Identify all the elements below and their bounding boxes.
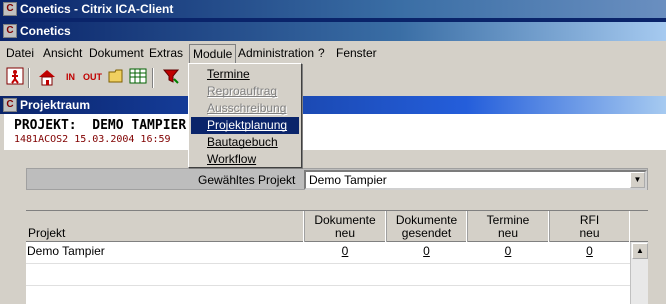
menu-item-ausschreibung: Ausschreibung (207, 101, 287, 115)
col-docs-new-line2: neu (334, 226, 356, 240)
project-select-label: Gewähltes Projekt (198, 173, 296, 187)
col-termine-new-line2: neu (497, 226, 519, 240)
termine-new-link[interactable]: 0 (505, 244, 512, 258)
app-window-titlebar: C Conetics (0, 22, 666, 41)
inbox-label: IN (66, 72, 75, 82)
app-icon-inner: C (3, 24, 17, 38)
project-select[interactable]: Demo Tampier ▼ (304, 170, 647, 190)
home-icon[interactable] (36, 67, 57, 88)
docs-sent-count[interactable]: 0 (386, 242, 467, 264)
docs-new-link[interactable]: 0 (342, 244, 349, 258)
menu-ansicht[interactable]: Ansicht (41, 46, 84, 60)
docs-sent-link[interactable]: 0 (423, 244, 430, 258)
folder-icon[interactable] (106, 67, 127, 88)
panel-title: Projektraum (20, 98, 91, 112)
menu-item-reproauftrag: Reproauftrag (207, 84, 278, 98)
col-docs-sent-line2: gesendet (401, 226, 452, 240)
menu-fenster[interactable]: Fenster (334, 46, 379, 60)
col-termine-new[interactable]: Termine neu (467, 211, 549, 242)
menu-help[interactable]: ? (316, 46, 327, 60)
project-select-value: Demo Tampier (309, 173, 387, 187)
col-projekt[interactable]: Projekt (26, 211, 304, 242)
table-row-empty (26, 286, 630, 304)
panel-icon: C (3, 98, 17, 112)
docs-new-count[interactable]: 0 (304, 242, 386, 264)
col-projekt-label: Projekt (28, 226, 66, 240)
rfi-new-link[interactable]: 0 (586, 244, 593, 258)
menu-bar: Datei Ansicht Dokument Extras Module Adm… (0, 43, 666, 64)
app-window-title: Conetics (20, 24, 71, 38)
menu-administration[interactable]: Administration (236, 46, 316, 60)
scroll-up-icon[interactable]: ▲ (632, 243, 648, 259)
app-icon: C (3, 2, 17, 16)
project-heading: PROJEKT: DEMO TAMPIER (14, 118, 187, 133)
menu-item-bautagebuch[interactable]: Bautagebuch (191, 134, 299, 151)
menu-item-workflow[interactable]: Workflow (191, 151, 299, 168)
col-rfi-new-line2: neu (579, 226, 600, 240)
outbox-label: OUT (83, 72, 102, 82)
project-grid: Projekt Dokumente neu Dokumente gesendet… (26, 210, 648, 304)
chevron-down-icon[interactable]: ▼ (630, 172, 645, 188)
col-docs-new[interactable]: Dokumente neu (304, 211, 386, 242)
menu-item-termine[interactable]: Termine (191, 66, 299, 83)
menu-dokument[interactable]: Dokument (87, 46, 146, 60)
rfi-new-count[interactable]: 0 (549, 242, 630, 264)
toolbar-separator (28, 68, 30, 88)
grid-header: Projekt Dokumente neu Dokumente gesendet… (26, 211, 648, 242)
toolbar: IN OUT (0, 64, 666, 92)
menu-datei[interactable]: Datei (4, 46, 36, 60)
outer-window-titlebar: C Conetics - Citrix ICA-Client (0, 0, 666, 18)
menu-item-projektplanung[interactable]: Projektplanung (191, 117, 299, 134)
menu-extras[interactable]: Extras (147, 46, 185, 60)
outbox-icon[interactable]: OUT (82, 67, 103, 88)
termine-new-count[interactable]: 0 (467, 242, 549, 264)
module-menu: Termine Reproauftrag Ausschreibung Proje… (188, 63, 302, 168)
table-icon[interactable] (127, 67, 148, 88)
col-docs-sent[interactable]: Dokumente gesendet (386, 211, 467, 242)
filter-icon[interactable] (160, 67, 181, 88)
exit-icon[interactable] (4, 67, 25, 88)
table-row[interactable]: Demo Tampier 0 0 0 0 (26, 242, 630, 264)
inbox-icon[interactable]: IN (60, 67, 81, 88)
table-row-empty (26, 264, 630, 286)
col-rfi-new[interactable]: RFI neu (549, 211, 630, 242)
project-subtitle: 1481ACOS2 15.03.2004 16:59 (14, 134, 171, 145)
toolbar-separator-2 (152, 68, 154, 88)
project-header: PROJEKT: DEMO TAMPIER 1481ACOS2 15.03.20… (4, 114, 666, 150)
outer-window-title: Conetics - Citrix ICA-Client (20, 2, 174, 16)
project-name[interactable]: Demo Tampier (26, 242, 304, 264)
panel-titlebar: C Projektraum (0, 96, 666, 114)
grid-scrollbar[interactable]: ▲ (630, 242, 648, 304)
menu-module[interactable]: Module (189, 44, 237, 64)
